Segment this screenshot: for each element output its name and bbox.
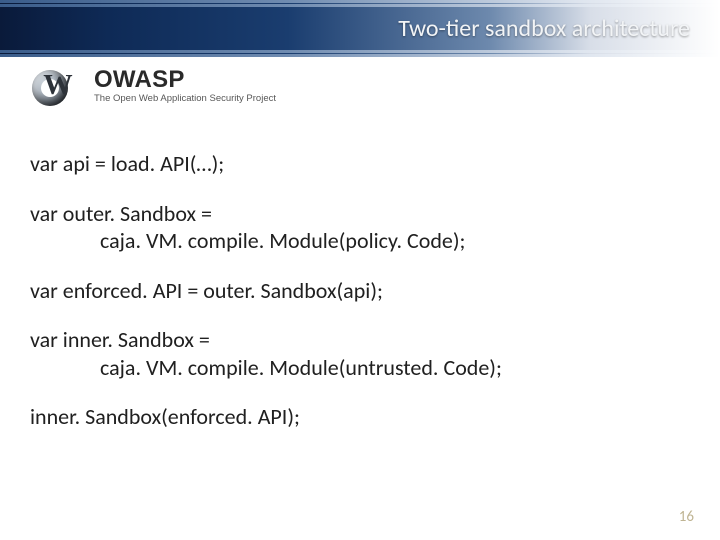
code-line: caja. VM. compile. Module(untrusted. Cod… bbox=[30, 354, 690, 382]
owasp-logo-icon: W bbox=[30, 66, 84, 106]
owasp-logo: W OWASP The Open Web Application Securit… bbox=[30, 66, 276, 106]
logo-tagline: The Open Web Application Security Projec… bbox=[94, 93, 276, 104]
decorative-line bbox=[0, 4, 720, 7]
code-block: var api = load. API(…); var outer. Sandb… bbox=[30, 150, 690, 453]
code-line: inner. Sandbox(enforced. API); bbox=[30, 403, 690, 431]
decorative-line bbox=[0, 50, 720, 53]
code-line: caja. VM. compile. Module(policy. Code); bbox=[30, 227, 690, 255]
slide: Two-tier sandbox architecture W OWASP Th… bbox=[0, 0, 720, 540]
logo-name: OWASP bbox=[94, 68, 276, 92]
decorative-line bbox=[0, 54, 720, 57]
code-line: var api = load. API(…); bbox=[30, 150, 690, 178]
slide-title: Two-tier sandbox architecture bbox=[398, 14, 690, 43]
code-line: var outer. Sandbox = bbox=[30, 200, 690, 228]
decorative-line bbox=[0, 0, 720, 3]
page-number: 16 bbox=[679, 508, 694, 526]
code-line: var inner. Sandbox = bbox=[30, 326, 690, 354]
header-band: Two-tier sandbox architecture bbox=[0, 0, 720, 56]
code-line: var enforced. API = outer. Sandbox(api); bbox=[30, 277, 690, 305]
